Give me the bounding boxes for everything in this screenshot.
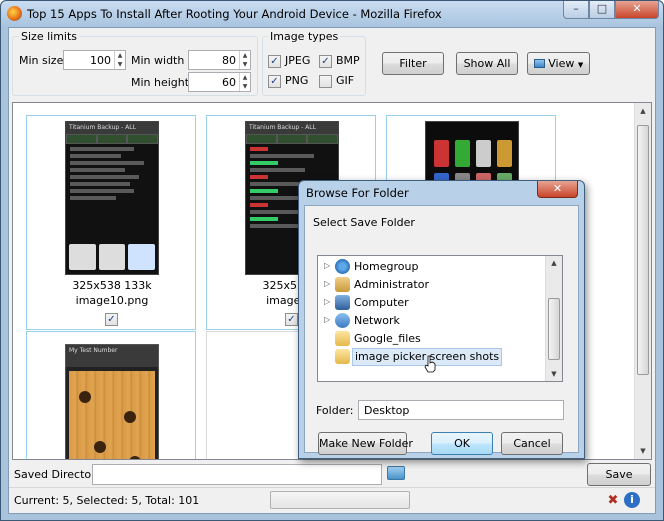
dialog-prompt: Select Save Folder [313,216,415,229]
png-checkbox[interactable]: ✓ [268,75,281,88]
tree-item-administrator[interactable]: ▷ Administrator [318,276,546,294]
scroll-up-icon[interactable]: ▲ [635,103,651,119]
image-types-label: Image types [268,30,341,43]
min-width-input[interactable]: 80 ▲ ▼ [188,50,251,70]
view-image-icon [533,59,545,68]
computer-icon [335,295,350,310]
window-controls: – □ ✕ [563,1,659,19]
chevron-down-icon: ▼ [577,61,584,69]
gif-checkbox[interactable] [319,75,332,88]
image-filename: image10.png [75,294,149,307]
tree-item-network[interactable]: ▷ Network [318,312,546,330]
bmp-label: BMP [336,54,360,67]
png-label: PNG [285,74,309,87]
filter-button[interactable]: Filter [382,52,444,75]
jpeg-label: JPEG [285,54,311,67]
minimize-button[interactable]: – [563,1,589,19]
gallery-scrollbar[interactable]: ▲ ▼ [634,103,651,459]
saved-directory-label: Saved Directory [14,468,103,481]
scroll-down-icon[interactable]: ▼ [635,443,651,459]
cancel-button[interactable]: Cancel [501,432,563,455]
min-height-input[interactable]: 60 ▲ ▼ [188,72,251,92]
tree-item-label: Homegroup [354,260,419,273]
status-bar: Current: 5, Selected: 5, Total: 101 ✖ i [9,487,655,513]
bmp-checkbox[interactable]: ✓ [319,55,332,68]
firefox-icon [7,6,22,21]
min-size-value: 100 [90,54,111,67]
image-select-checkbox[interactable]: ✓ [285,313,298,326]
title-bar[interactable]: Top 15 Apps To Install After Rooting You… [1,1,663,27]
status-text: Current: 5, Selected: 5, Total: 101 [14,494,200,507]
size-limits-label: Size limits [19,30,80,43]
folder-tree[interactable]: ▷ Homegroup ▷ Administrator ▷ Computer ▷… [317,255,563,382]
gallery-item[interactable]: Titanium Backup - ALL 325x538 133k image… [26,115,196,330]
make-new-folder-button[interactable]: Make New Folder [318,432,413,455]
tree-item-label: Network [354,314,400,327]
thumbnail-header: Titanium Backup - ALL [246,122,338,134]
jpeg-checkbox[interactable]: ✓ [268,55,281,68]
min-height-value: 60 [222,76,236,89]
min-height-label: Min height [131,76,190,89]
image-dimensions: 325x538 133k [72,279,152,292]
view-button[interactable]: View ▼ [527,52,590,75]
save-button[interactable]: Save [587,463,651,486]
min-width-spinner-icon[interactable]: ▲ ▼ [239,51,250,69]
ok-button[interactable]: OK [431,432,493,455]
browse-folder-dialog: Browse For Folder ✕ Select Save Folder ▷… [298,180,585,459]
info-icon[interactable]: i [624,492,640,508]
min-size-input[interactable]: 100 ▲ ▼ [63,50,126,70]
tree-item-label: Google_files [354,332,421,345]
thumbnail-header: My Test Number [66,345,158,367]
hand-cursor-icon [424,355,436,373]
image-thumbnail: Titanium Backup - ALL [65,121,159,275]
maximize-button[interactable]: □ [589,1,615,19]
scrollbar-thumb[interactable] [548,298,560,360]
image-select-checkbox[interactable]: ✓ [105,313,118,326]
show-all-button[interactable]: Show All [456,52,518,75]
tree-item-label: Administrator [354,278,429,291]
min-size-label: Min size [19,54,64,67]
browse-folder-icon[interactable] [387,466,405,480]
tools-icon[interactable]: ✖ [605,493,621,509]
expand-arrow-icon[interactable]: ▷ [324,279,330,288]
folder-icon [335,331,350,346]
dialog-body: Select Save Folder ▷ Homegroup ▷ Adminis… [304,205,579,455]
tree-item-homegroup[interactable]: ▷ Homegroup [318,258,546,276]
progress-bar [270,491,410,509]
view-label: View [548,57,575,70]
expand-arrow-icon[interactable]: ▷ [324,297,330,306]
thumbnail-header: Titanium Backup - ALL [66,122,158,134]
tree-scrollbar[interactable]: ▲ ▼ [545,256,562,381]
close-button[interactable]: ✕ [615,1,659,19]
gallery-item[interactable]: My Test Number [26,331,196,459]
scroll-up-icon[interactable]: ▲ [546,259,562,267]
min-height-spinner-icon[interactable]: ▲ ▼ [239,73,250,91]
gif-label: GIF [336,74,355,87]
folder-label: Folder: [316,404,354,417]
image-thumbnail: My Test Number [65,344,159,459]
homegroup-icon [335,259,350,274]
min-size-spinner-icon[interactable]: ▲ ▼ [114,51,125,69]
scrollbar-thumb[interactable] [637,125,649,375]
folder-input[interactable]: Desktop [358,400,564,420]
network-icon [335,313,350,328]
saved-directory-input[interactable] [92,464,382,485]
tree-item-label: Computer [354,296,409,309]
window-title: Top 15 Apps To Install After Rooting You… [27,7,442,21]
dialog-close-button[interactable]: ✕ [537,181,578,198]
min-width-value: 80 [222,54,236,67]
folder-icon [335,349,350,364]
dialog-title: Browse For Folder [306,186,409,200]
tree-item-computer[interactable]: ▷ Computer [318,294,546,312]
expand-arrow-icon[interactable]: ▷ [324,315,330,324]
min-width-label: Min width [131,54,185,67]
user-folder-icon [335,277,350,292]
tree-item-google-files[interactable]: Google_files [318,330,546,348]
scroll-down-icon[interactable]: ▼ [546,370,562,378]
expand-arrow-icon[interactable]: ▷ [324,261,330,270]
